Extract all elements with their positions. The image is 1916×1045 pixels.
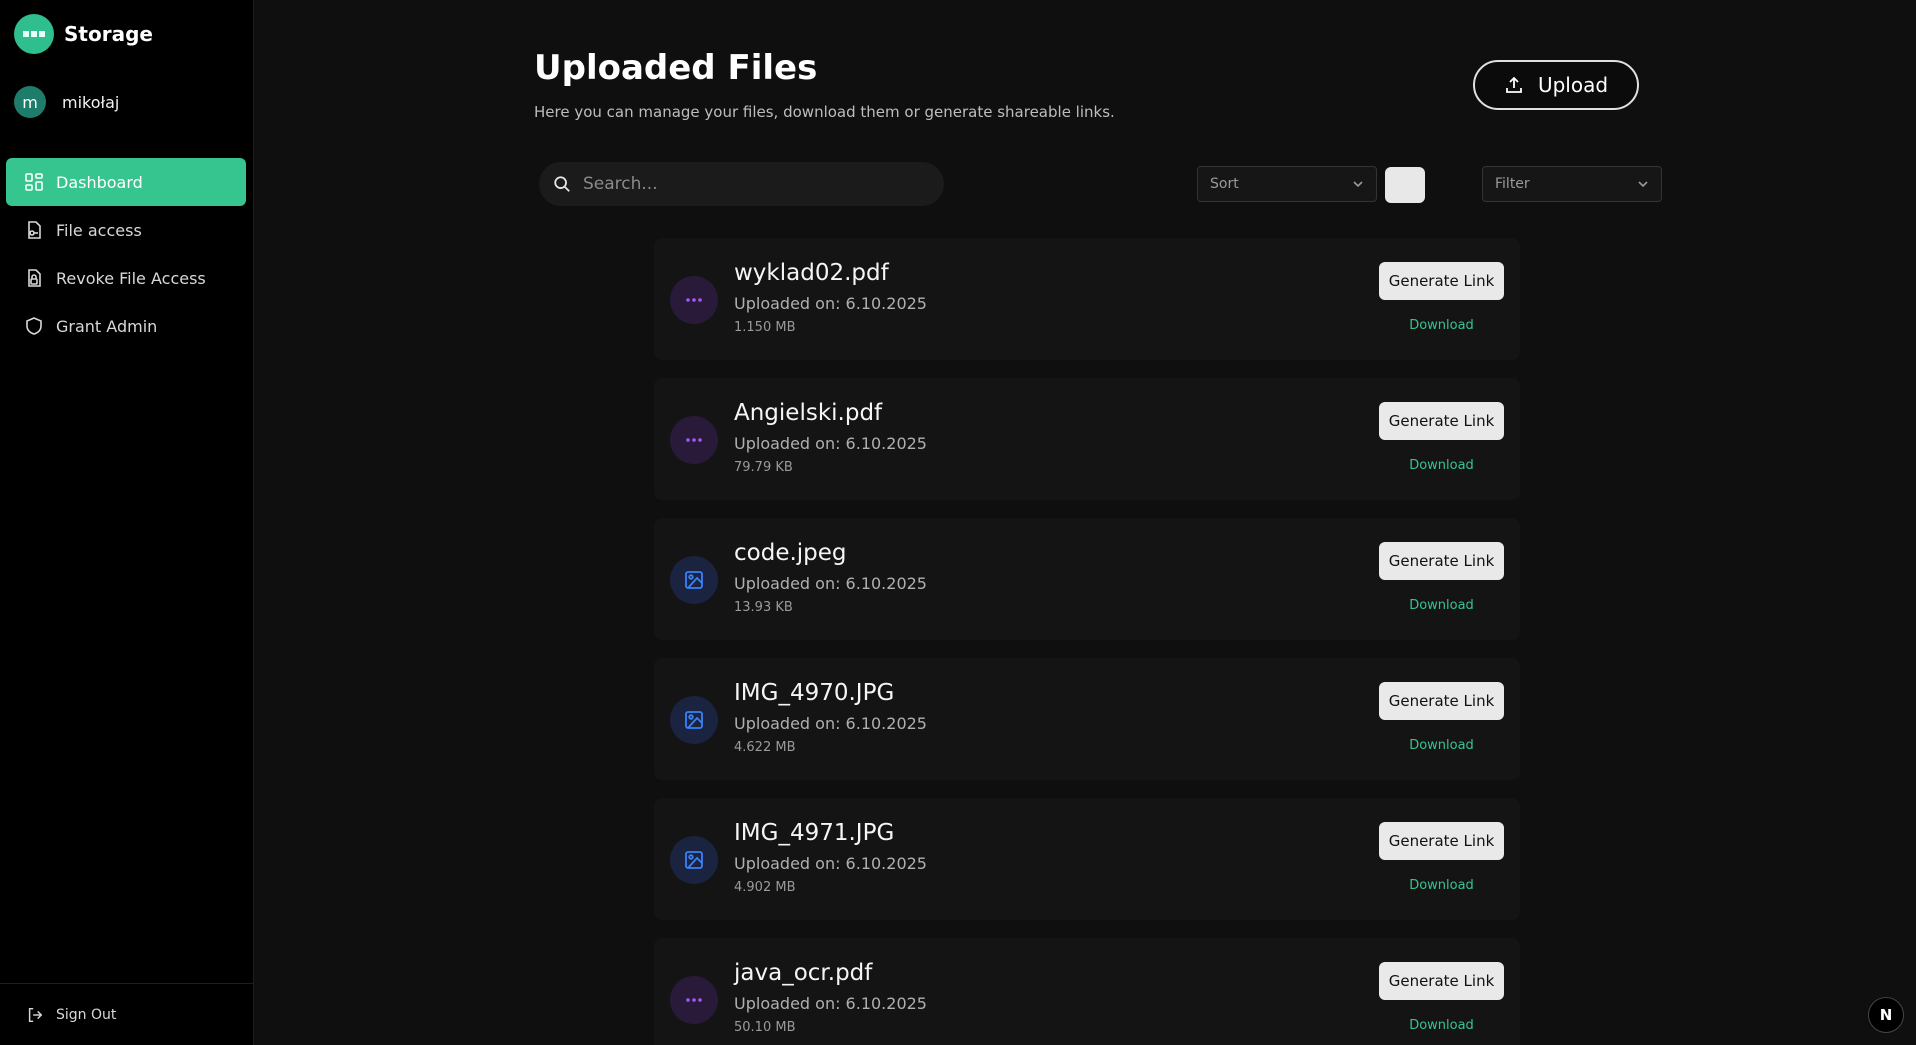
more-icon[interactable]: [670, 416, 718, 464]
generate-link-button[interactable]: Generate Link: [1379, 402, 1504, 440]
download-link[interactable]: Download: [1379, 598, 1504, 613]
download-link[interactable]: Download: [1379, 458, 1504, 473]
sidebar: Storage m mikołaj Dashboard File access …: [0, 0, 254, 1045]
file-name: code.jpeg: [734, 540, 847, 566]
generate-link-button[interactable]: Generate Link: [1379, 542, 1504, 580]
file-size: 79.79 KB: [734, 460, 793, 475]
image-icon: [670, 836, 718, 884]
image-icon: [670, 556, 718, 604]
file-size: 4.902 MB: [734, 880, 796, 895]
sidebar-item-label: File access: [56, 220, 142, 240]
chevron-down-icon: [1638, 181, 1648, 188]
file-size: 1.150 MB: [734, 320, 796, 335]
sort-select[interactable]: Sort: [1197, 166, 1377, 202]
user-profile[interactable]: m mikołaj: [14, 86, 119, 118]
generate-link-button[interactable]: Generate Link: [1379, 962, 1504, 1000]
sidebar-item-revoke-file-access[interactable]: Revoke File Access: [6, 254, 246, 302]
sign-out-icon: [28, 1007, 43, 1022]
file-date: Uploaded on: 6.10.2025: [734, 714, 927, 733]
generate-link-button[interactable]: Generate Link: [1379, 682, 1504, 720]
download-link[interactable]: Download: [1379, 318, 1504, 333]
sign-out-label: Sign Out: [56, 1006, 117, 1023]
file-card: IMG_4971.JPG Uploaded on: 6.10.2025 4.90…: [654, 798, 1520, 920]
avatar: m: [14, 86, 46, 118]
file-name: IMG_4971.JPG: [734, 820, 895, 846]
file-name: wyklad02.pdf: [734, 260, 889, 286]
file-size: 50.10 MB: [734, 1020, 796, 1035]
file-date: Uploaded on: 6.10.2025: [734, 994, 927, 1013]
upload-icon: [1506, 76, 1522, 93]
search-icon: [554, 176, 570, 192]
file-name: java_ocr.pdf: [734, 960, 873, 986]
search-input[interactable]: [583, 174, 903, 194]
file-name: Angielski.pdf: [734, 400, 883, 426]
next-dev-tools-button[interactable]: N: [1868, 997, 1904, 1033]
sidebar-item-label: Revoke File Access: [56, 268, 206, 288]
main-content: Uploaded Files Here you can manage your …: [254, 0, 1916, 1045]
sidebar-item-file-access[interactable]: File access: [6, 206, 246, 254]
download-link[interactable]: Download: [1379, 878, 1504, 893]
sidebar-item-label: Grant Admin: [56, 316, 158, 336]
file-list: wyklad02.pdf Uploaded on: 6.10.2025 1.15…: [654, 238, 1520, 1045]
file-card: java_ocr.pdf Uploaded on: 6.10.2025 50.1…: [654, 938, 1520, 1045]
brand[interactable]: Storage: [14, 14, 153, 54]
sort-label: Sort: [1210, 176, 1239, 192]
file-date: Uploaded on: 6.10.2025: [734, 294, 927, 313]
upload-button[interactable]: Upload: [1473, 60, 1639, 110]
sign-out-button[interactable]: Sign Out: [0, 983, 253, 1045]
shield-icon: [26, 317, 42, 335]
more-icon[interactable]: [670, 976, 718, 1024]
sort-order-toggle[interactable]: [1385, 167, 1425, 203]
more-icon[interactable]: [670, 276, 718, 324]
image-icon: [670, 696, 718, 744]
file-card: code.jpeg Uploaded on: 6.10.2025 13.93 K…: [654, 518, 1520, 640]
filter-label: Filter: [1495, 176, 1530, 192]
file-size: 4.622 MB: [734, 740, 796, 755]
user-name: mikołaj: [62, 92, 120, 112]
sidebar-item-grant-admin[interactable]: Grant Admin: [6, 302, 246, 350]
sidebar-nav: Dashboard File access Revoke File Access…: [6, 158, 246, 350]
file-lock-icon: [28, 269, 41, 287]
chevron-down-icon: [1353, 181, 1363, 188]
file-card: IMG_4970.JPG Uploaded on: 6.10.2025 4.62…: [654, 658, 1520, 780]
download-link[interactable]: Download: [1379, 738, 1504, 753]
file-name: IMG_4970.JPG: [734, 680, 895, 706]
upload-label: Upload: [1537, 73, 1609, 97]
logo-icon: [14, 14, 54, 54]
sidebar-item-label: Dashboard: [56, 172, 143, 192]
generate-link-button[interactable]: Generate Link: [1379, 262, 1504, 300]
download-link[interactable]: Download: [1379, 1018, 1504, 1033]
file-card: Angielski.pdf Uploaded on: 6.10.2025 79.…: [654, 378, 1520, 500]
dashboard-icon: [25, 173, 43, 191]
page-title: Uploaded Files: [534, 48, 818, 88]
brand-name: Storage: [64, 22, 153, 46]
file-date: Uploaded on: 6.10.2025: [734, 434, 927, 453]
file-card: wyklad02.pdf Uploaded on: 6.10.2025 1.15…: [654, 238, 1520, 360]
search-bar[interactable]: [539, 162, 944, 206]
file-key-icon: [28, 221, 41, 239]
generate-link-button[interactable]: Generate Link: [1379, 822, 1504, 860]
file-size: 13.93 KB: [734, 600, 793, 615]
filter-select[interactable]: Filter: [1482, 166, 1662, 202]
page-subtitle: Here you can manage your files, download…: [534, 103, 1115, 121]
file-date: Uploaded on: 6.10.2025: [734, 574, 927, 593]
file-date: Uploaded on: 6.10.2025: [734, 854, 927, 873]
sidebar-item-dashboard[interactable]: Dashboard: [6, 158, 246, 206]
